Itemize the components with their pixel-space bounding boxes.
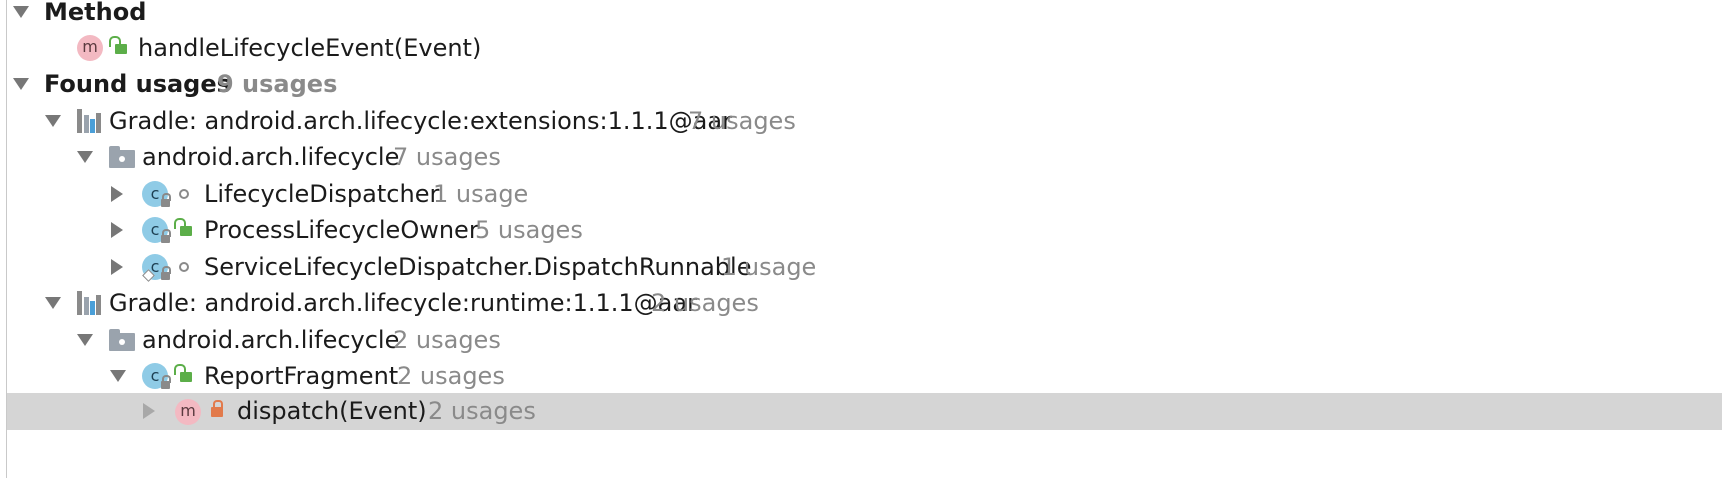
- target-method-row[interactable]: m handleLifecycleEvent(Event): [7, 28, 1722, 68]
- package-folder-icon: [109, 146, 135, 168]
- class-row[interactable]: c ServiceLifecycleDispatcher.DispatchRun…: [7, 247, 1722, 287]
- expand-arrow-icon[interactable]: [111, 186, 123, 202]
- class-usage-count: 2 usages: [397, 362, 505, 390]
- collapse-arrow-icon[interactable]: [45, 115, 61, 127]
- collapse-arrow-icon[interactable]: [13, 6, 29, 18]
- class-usage-count: 1 usage: [433, 180, 529, 208]
- class-label: ServiceLifecycleDispatcher.DispatchRunna…: [204, 253, 752, 281]
- expand-arrow-icon[interactable]: [111, 259, 123, 275]
- library-usage-count: 7 usages: [688, 107, 796, 135]
- library-row[interactable]: Gradle: android.arch.lifecycle:runtime:1…: [7, 283, 1722, 323]
- library-label: Gradle: android.arch.lifecycle:extension…: [109, 107, 732, 135]
- collapse-arrow-icon[interactable]: [77, 151, 93, 163]
- package-usage-count: 2 usages: [393, 326, 501, 354]
- public-unlock-icon: [174, 364, 192, 382]
- class-usage-count: 1 usage: [721, 253, 817, 281]
- package-usage-count: 7 usages: [393, 143, 501, 171]
- final-lock-icon: [161, 229, 171, 243]
- package-label: android.arch.lifecycle: [142, 143, 400, 171]
- class-row[interactable]: c ProcessLifecycleOwner 5 usages: [7, 210, 1722, 250]
- library-row[interactable]: Gradle: android.arch.lifecycle:extension…: [7, 101, 1722, 141]
- target-method-label: handleLifecycleEvent(Event): [138, 34, 482, 62]
- package-label: android.arch.lifecycle: [142, 326, 400, 354]
- class-label: ProcessLifecycleOwner: [204, 216, 479, 244]
- class-usage-count: 5 usages: [475, 216, 583, 244]
- package-row[interactable]: android.arch.lifecycle 7 usages: [7, 137, 1722, 177]
- library-icon: [77, 109, 103, 133]
- library-icon: [77, 291, 103, 315]
- expand-arrow-icon[interactable]: [143, 403, 155, 419]
- class-row[interactable]: c LifecycleDispatcher 1 usage: [7, 174, 1722, 214]
- collapse-arrow-icon[interactable]: [110, 370, 126, 382]
- class-label: ReportFragment: [204, 362, 399, 390]
- method-icon: m: [175, 399, 201, 425]
- expand-arrow-icon[interactable]: [111, 222, 123, 238]
- public-unlock-icon: [174, 218, 192, 236]
- final-lock-icon: [161, 375, 171, 389]
- final-lock-icon: [161, 193, 171, 207]
- library-label: Gradle: android.arch.lifecycle:runtime:1…: [109, 289, 697, 317]
- collapse-arrow-icon[interactable]: [13, 78, 29, 90]
- method-usage-row-selected[interactable]: m dispatch(Event) 2 usages: [7, 393, 1722, 430]
- collapse-arrow-icon[interactable]: [45, 297, 61, 309]
- package-private-icon: [179, 262, 189, 272]
- library-usage-count: 2 usages: [651, 289, 759, 317]
- private-lock-icon: [211, 400, 223, 417]
- method-label: dispatch(Event): [237, 397, 427, 425]
- package-private-icon: [179, 189, 189, 199]
- package-row[interactable]: android.arch.lifecycle 2 usages: [7, 320, 1722, 360]
- found-usages-row[interactable]: Found usages 9 usages: [7, 64, 1722, 104]
- class-row[interactable]: c ReportFragment 2 usages: [7, 356, 1722, 396]
- method-icon: m: [77, 35, 103, 61]
- found-usages-label: Found usages: [44, 70, 231, 98]
- public-unlock-icon: [109, 36, 127, 54]
- found-usages-count: 9 usages: [217, 70, 338, 98]
- collapse-arrow-icon[interactable]: [77, 334, 93, 346]
- package-folder-icon: [109, 329, 135, 351]
- class-label: LifecycleDispatcher: [204, 180, 440, 208]
- final-lock-icon: [161, 266, 171, 280]
- method-usage-count: 2 usages: [428, 397, 536, 425]
